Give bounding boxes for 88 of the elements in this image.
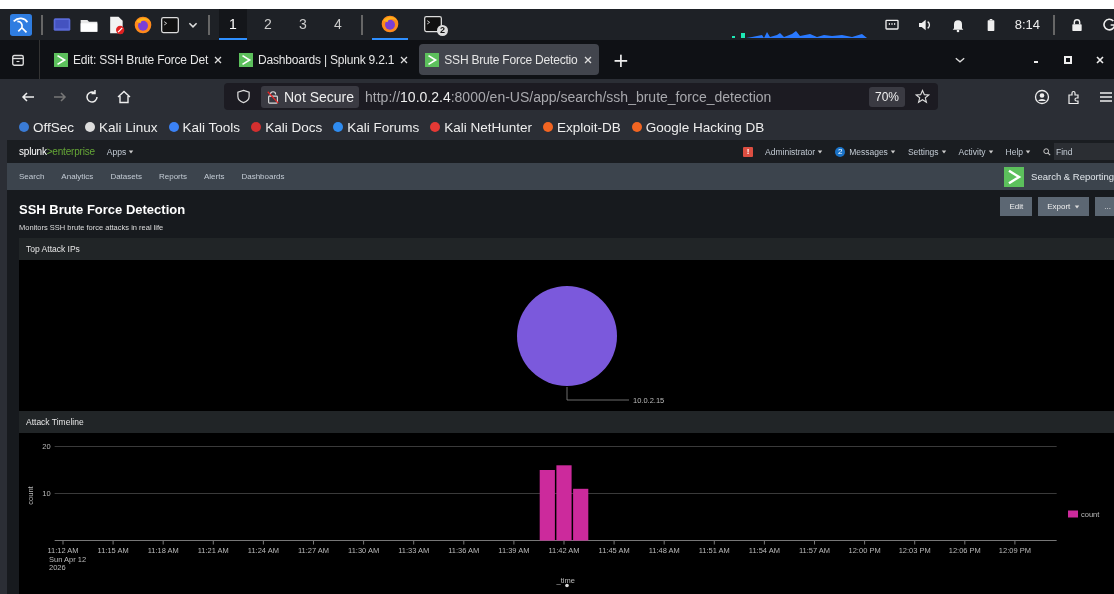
clock[interactable]: 8:14 [1014,17,1040,32]
find-field[interactable]: Find [1054,143,1114,160]
workspace-button[interactable]: 1 [219,9,247,40]
bookmark-link[interactable]: Kali NetHunter [429,119,532,135]
address-bar[interactable]: Not Secure http://10.0.2.4:8000/en-US/app/search/ssh_brute_force_detection 70% [224,83,938,110]
bookmark-link[interactable]: Kali Tools [167,119,241,135]
bookmark-link[interactable]: Google Hacking DB [630,119,765,135]
legend-swatch [1068,510,1078,518]
browser-tab[interactable]: Edit: SSH Brute Force Det [48,44,230,75]
window-count-badge: 2 [437,25,448,36]
caret-icon [940,148,947,155]
menu-label: Messages [849,146,888,157]
new-tab-button[interactable]: + [602,47,640,72]
header-menu[interactable]: Activity [958,146,994,157]
panel-title: Top Attack IPs [26,244,80,254]
lock-crossed-icon [266,89,280,104]
terminal-icon[interactable] [160,14,180,35]
workspace-button[interactable]: 3 [289,9,317,40]
splunk-favicon-icon [54,52,68,67]
bookmark-link[interactable]: Kali Linux [84,119,158,135]
close-icon[interactable] [582,54,593,65]
close-icon[interactable] [213,54,224,65]
menu-label: Settings [907,146,939,157]
pie-slice[interactable] [517,286,617,386]
tab-title: SSH Brute Force Detectio [444,52,578,67]
count-badge: 2 [835,146,846,157]
splunk-favicon-icon [239,52,254,67]
caret-icon [889,148,896,155]
menu-label: Activity [958,146,986,157]
splunk-logo[interactable]: splunk>enterprise [19,146,95,157]
header-menu[interactable]: Settings [907,146,947,157]
lock-icon[interactable] [1069,16,1085,33]
bookmark-link[interactable]: Kali Docs [250,119,323,135]
dashboard-button[interactable]: ... [1095,197,1114,216]
app-nav-link[interactable]: Search [19,172,45,181]
zoom-level-button[interactable]: 70% [868,86,905,107]
url-text: http://10.0.2.4:8000/en-US/app/search/ssh_brute_force_detection [365,88,772,105]
dashboard-button[interactable]: Export [1038,197,1090,216]
account-icon[interactable] [1034,88,1050,105]
star-icon[interactable] [915,89,930,104]
bookmark-link[interactable]: Kali Forums [332,119,420,135]
shield-icon[interactable] [236,89,251,104]
workspace-button[interactable]: 4 [324,9,352,40]
close-icon[interactable] [399,54,410,65]
browser-tab[interactable]: Dashboards | Splunk 9.2.1 [233,44,416,75]
splunk-favicon-icon [425,52,440,67]
bookmark-link[interactable]: Exploit-DB [541,119,621,135]
alert-badge[interactable]: ! [743,146,754,157]
dashboard-button[interactable]: Edit [1000,197,1033,216]
app-name[interactable]: Search & Reporting [1031,171,1114,182]
caret-icon [128,148,135,155]
firefox-icon[interactable] [133,14,153,35]
pager-dot[interactable] [565,583,569,588]
bar[interactable] [539,470,555,541]
search-icon [1043,147,1051,156]
security-indicator[interactable]: Not Secure [261,85,360,108]
caret-icon [1074,203,1081,210]
tab-title: Edit: SSH Brute Force Det [73,52,209,67]
bookmark-link[interactable]: OffSec [18,119,75,135]
workspace-button[interactable]: 2 [254,9,282,40]
caret-icon [987,148,994,155]
app-nav-link[interactable]: Alerts [203,172,225,181]
reload-icon[interactable] [84,88,100,105]
leader-line [566,386,630,401]
app-nav-link[interactable]: Dashboards [241,172,285,181]
maximize-icon[interactable] [1063,54,1073,65]
firefox-icon [380,13,400,34]
browser-tab[interactable]: SSH Brute Force Detectio [419,44,599,75]
dashboard-title: SSH Brute Force Detection [19,202,186,217]
app-nav-link[interactable]: Reports [158,172,187,181]
app-nav-link[interactable]: Datasets [110,172,142,181]
caret-icon [1025,148,1031,155]
app-nav-link[interactable]: Analytics [61,172,94,181]
tab-title: Dashboards | Splunk 9.2.1 [258,52,395,67]
extensions-icon[interactable] [1066,88,1082,105]
bar[interactable] [573,488,589,541]
header-menu[interactable]: 2 Messages [835,146,896,157]
apps-menu[interactable]: Apps [106,146,135,157]
close-icon[interactable] [1095,54,1105,65]
kali-dragon-icon[interactable] [10,13,32,36]
terminal-icon [423,13,443,34]
home-icon[interactable] [116,88,132,105]
panel-title: Attack Timeline [26,417,84,427]
menu-label: Help [1005,146,1023,157]
terminal-task-button[interactable]: 2 [415,9,451,40]
caret-icon [817,148,824,155]
header-menu[interactable]: Help [1005,146,1031,157]
app-chevron-icon[interactable] [1004,166,1025,187]
